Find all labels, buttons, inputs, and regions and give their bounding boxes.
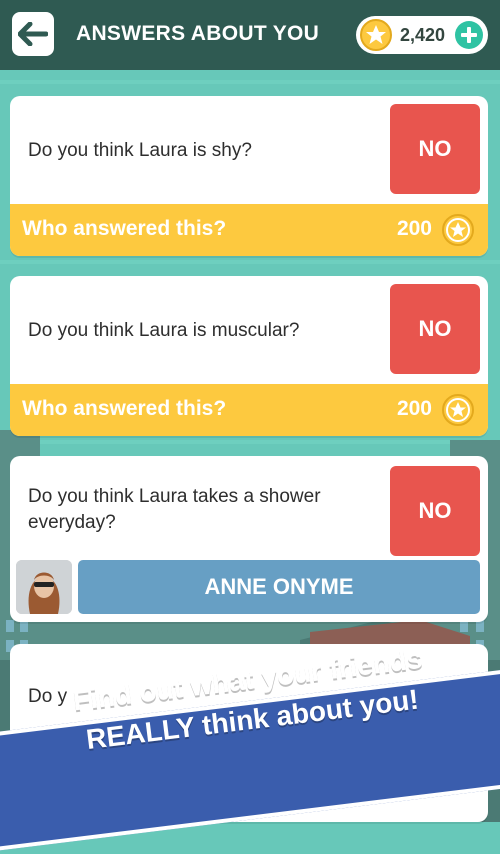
answer-no-button[interactable]: NO xyxy=(390,466,480,556)
star-coin-icon xyxy=(442,214,474,251)
top-bar: ANSWERS ABOUT YOU 2,420 xyxy=(0,0,500,70)
question-text: Do you think Laura is shy? xyxy=(28,140,252,161)
avatar xyxy=(16,560,72,614)
coin-amount: 2,420 xyxy=(400,25,446,45)
add-coins-button[interactable] xyxy=(454,20,484,55)
answered-by-name[interactable]: ANNE ONYME xyxy=(78,560,480,614)
who-answered-button[interactable]: Who answered this? 200 xyxy=(10,384,488,436)
question-card: Do you think Laura takes a shower everyd… xyxy=(10,456,488,622)
who-answered-label: Who answered this? xyxy=(22,217,227,240)
coin-balance: 2,420 xyxy=(356,16,488,54)
answer-no-button[interactable]: NO xyxy=(390,104,480,194)
star-coin-icon xyxy=(442,394,474,431)
question-text: Do you think Laura is muscular? xyxy=(28,320,300,341)
page-title: ANSWERS ABOUT YOU xyxy=(76,22,320,45)
answer-no-button[interactable]: NO xyxy=(390,284,480,374)
who-answered-button[interactable]: Who answered this? 200 xyxy=(10,204,488,256)
reveal-price: 200 xyxy=(396,397,432,420)
who-answered-label: Who answered this? xyxy=(22,397,227,420)
question-card: Do you think Laura is muscular? NO Who a… xyxy=(10,276,488,436)
plus-icon xyxy=(455,21,483,49)
back-button[interactable] xyxy=(12,12,54,56)
question-text: Do you think Laura takes a shower everyd… xyxy=(28,486,321,533)
star-coin-icon xyxy=(360,19,392,56)
question-card: Do you think Laura is shy? NO Who answer… xyxy=(10,96,488,256)
reveal-price: 200 xyxy=(396,217,432,240)
arrow-left-icon xyxy=(18,22,48,46)
